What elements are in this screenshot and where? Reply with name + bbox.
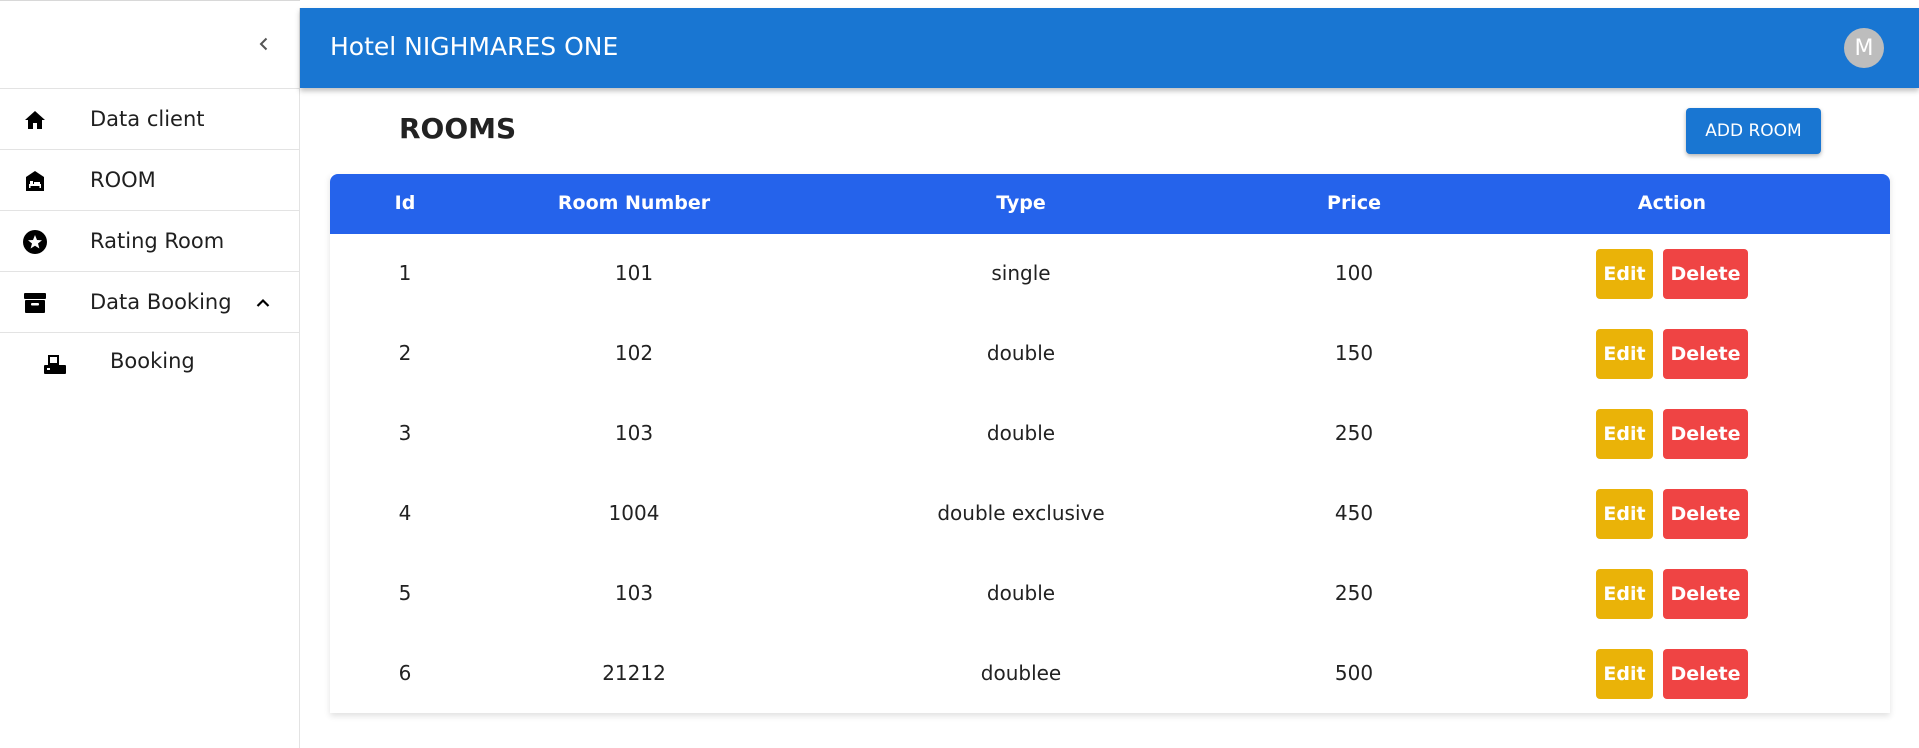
delete-button[interactable]: Delete bbox=[1663, 649, 1748, 699]
cell-type: single bbox=[991, 261, 1051, 285]
table-row: 6 21212 doublee 500 Edit Delete bbox=[330, 634, 1890, 714]
cell-price: 100 bbox=[1334, 261, 1374, 285]
fax-icon bbox=[42, 351, 68, 377]
edit-button[interactable]: Edit bbox=[1596, 489, 1653, 539]
sidebar-item-label: Data client bbox=[90, 107, 205, 131]
table-row: 3 103 double 250 Edit Delete bbox=[330, 394, 1890, 474]
window-top-border bbox=[0, 0, 300, 8]
delete-button[interactable]: Delete bbox=[1663, 569, 1748, 619]
cell-price: 150 bbox=[1334, 341, 1374, 365]
cell-type: double exclusive bbox=[937, 501, 1105, 525]
edit-button[interactable]: Edit bbox=[1596, 249, 1653, 299]
home-icon bbox=[22, 107, 48, 133]
sidebar-header bbox=[0, 8, 299, 89]
app-title: Hotel NIGHMARES ONE bbox=[330, 32, 619, 61]
delete-button[interactable]: Delete bbox=[1663, 249, 1748, 299]
delete-button[interactable]: Delete bbox=[1663, 489, 1748, 539]
column-header-price: Price bbox=[1327, 192, 1381, 214]
cell-id: 2 bbox=[398, 341, 412, 365]
cell-room-number: 103 bbox=[614, 581, 654, 605]
table-row: 2 102 double 150 Edit Delete bbox=[330, 314, 1890, 394]
table-header: Id Room Number Type Price Action bbox=[330, 174, 1890, 234]
sidebar: Data client ROOM Rating Room Data Bookin… bbox=[0, 8, 300, 748]
table-row: 5 103 double 250 Edit Delete bbox=[330, 554, 1890, 634]
edit-button[interactable]: Edit bbox=[1596, 569, 1653, 619]
hotel-icon bbox=[22, 168, 48, 194]
chevron-left-icon bbox=[259, 37, 268, 51]
chevron-up-icon[interactable] bbox=[252, 292, 274, 314]
column-header-type: Type bbox=[996, 192, 1046, 214]
cell-id: 1 bbox=[398, 261, 412, 285]
delete-button[interactable]: Delete bbox=[1663, 329, 1748, 379]
sidebar-subitem-booking[interactable]: Booking bbox=[0, 333, 299, 393]
cell-room-number: 102 bbox=[614, 341, 654, 365]
archive-icon bbox=[22, 290, 48, 316]
edit-button[interactable]: Edit bbox=[1596, 329, 1653, 379]
table-row: 4 1004 double exclusive 450 Edit Delete bbox=[330, 474, 1890, 554]
cell-price: 250 bbox=[1334, 581, 1374, 605]
table-row: 1 101 single 100 Edit Delete bbox=[330, 234, 1890, 314]
app-bar: Hotel NIGHMARES ONE M bbox=[300, 8, 1919, 88]
delete-button[interactable]: Delete bbox=[1663, 409, 1748, 459]
cell-price: 450 bbox=[1334, 501, 1374, 525]
cell-id: 3 bbox=[398, 421, 412, 445]
rooms-table: Id Room Number Type Price Action 1 101 s… bbox=[330, 174, 1890, 713]
cell-id: 4 bbox=[398, 501, 412, 525]
cell-room-number: 101 bbox=[614, 261, 654, 285]
cell-type: doublee bbox=[980, 661, 1062, 685]
column-header-room-number: Room Number bbox=[557, 192, 711, 214]
cell-room-number: 1004 bbox=[608, 501, 660, 525]
sidebar-item-label: Rating Room bbox=[90, 229, 225, 253]
page-title: ROOMS bbox=[399, 112, 517, 145]
collapse-sidebar-button[interactable] bbox=[248, 28, 280, 60]
sidebar-item-data-booking[interactable]: Data Booking bbox=[0, 272, 299, 333]
edit-button[interactable]: Edit bbox=[1596, 409, 1653, 459]
sidebar-item-label: Data Booking bbox=[90, 290, 232, 314]
add-room-button[interactable]: ADD ROOM bbox=[1686, 108, 1821, 154]
cell-room-number: 21212 bbox=[602, 661, 666, 685]
sidebar-item-label: ROOM bbox=[90, 168, 156, 192]
cell-type: double bbox=[986, 341, 1056, 365]
avatar[interactable]: M bbox=[1844, 28, 1884, 68]
column-header-id: Id bbox=[394, 192, 416, 214]
cell-room-number: 103 bbox=[614, 421, 654, 445]
sidebar-item-rating-room[interactable]: Rating Room bbox=[0, 211, 299, 272]
edit-button[interactable]: Edit bbox=[1596, 649, 1653, 699]
sidebar-item-data-client[interactable]: Data client bbox=[0, 89, 299, 150]
sidebar-subitem-label: Booking bbox=[110, 349, 195, 373]
cell-type: double bbox=[986, 421, 1056, 445]
star-icon bbox=[22, 229, 48, 255]
sidebar-item-room[interactable]: ROOM bbox=[0, 150, 299, 211]
cell-type: double bbox=[986, 581, 1056, 605]
cell-id: 5 bbox=[398, 581, 412, 605]
cell-price: 250 bbox=[1334, 421, 1374, 445]
cell-price: 500 bbox=[1334, 661, 1374, 685]
column-header-action: Action bbox=[1637, 192, 1707, 214]
cell-id: 6 bbox=[398, 661, 412, 685]
